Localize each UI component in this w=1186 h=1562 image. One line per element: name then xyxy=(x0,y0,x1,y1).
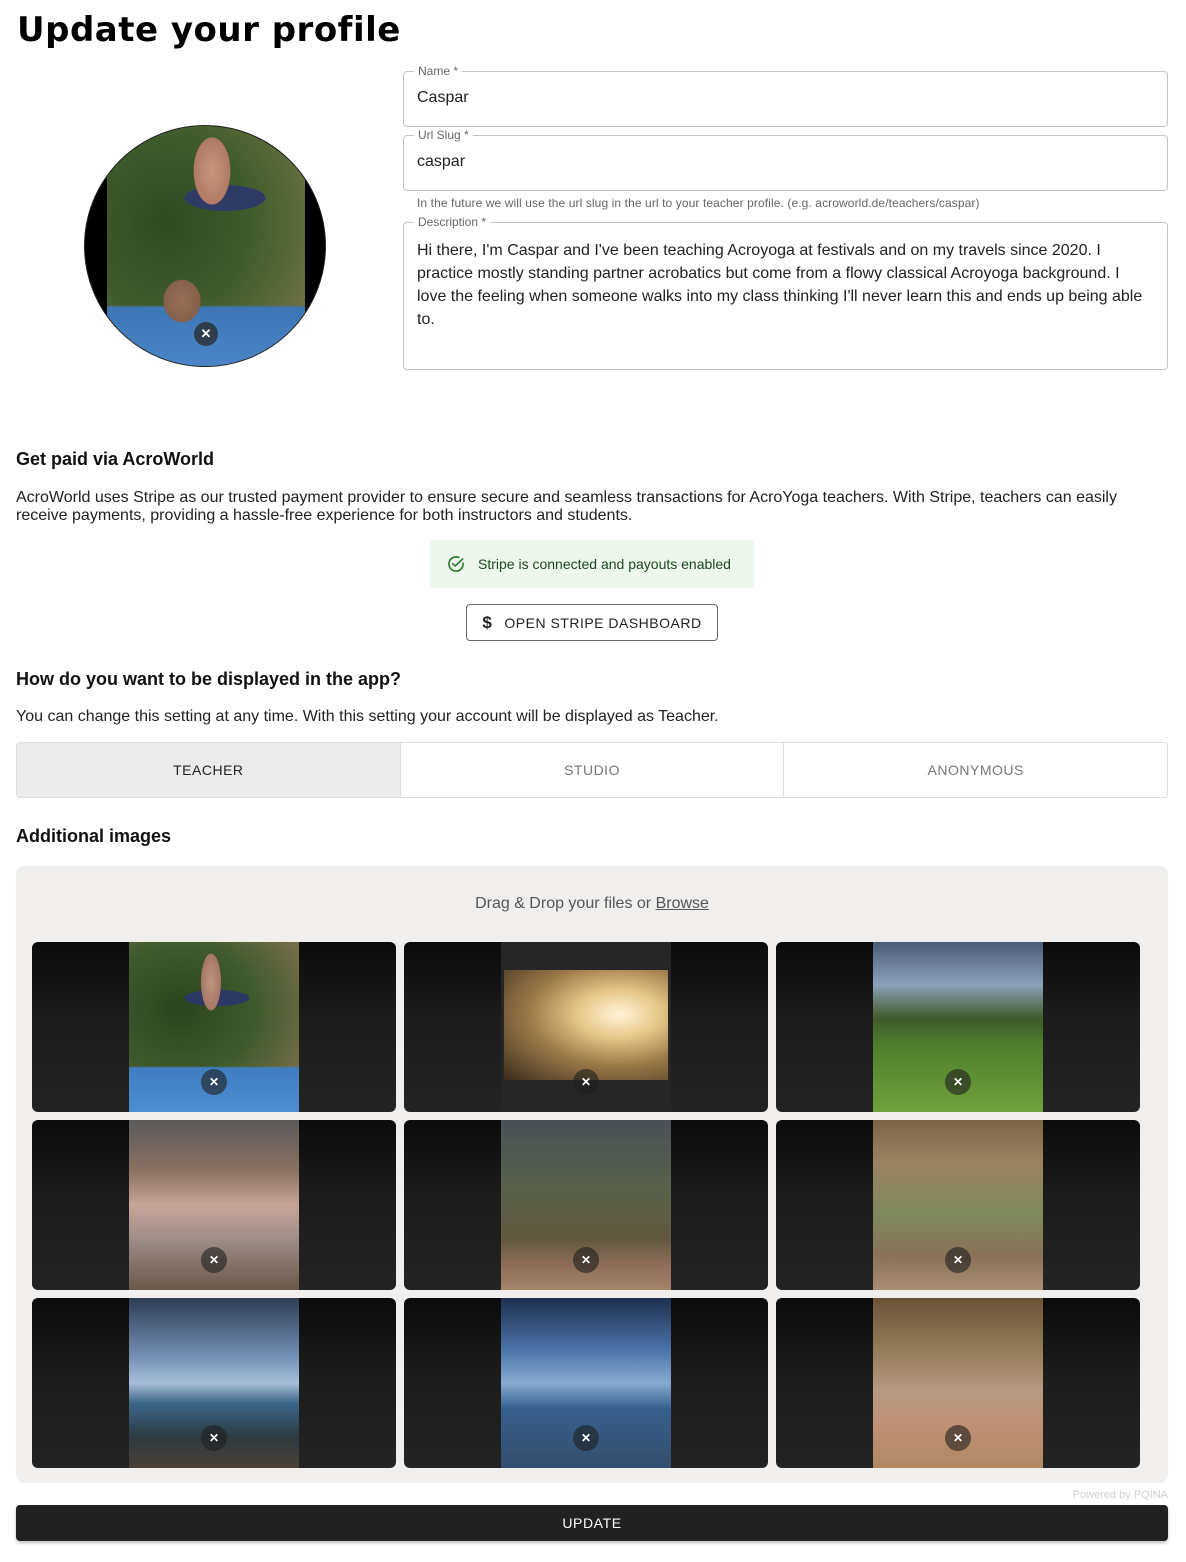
close-icon[interactable]: ✕ xyxy=(194,322,218,346)
close-icon[interactable]: ✕ xyxy=(201,1069,227,1095)
close-icon[interactable]: ✕ xyxy=(945,1069,971,1095)
image-tile[interactable]: ✕ xyxy=(404,1120,768,1290)
close-icon[interactable]: ✕ xyxy=(945,1247,971,1273)
check-circle-icon xyxy=(448,556,464,572)
page-title: Update your profile xyxy=(17,10,401,50)
image-tile[interactable]: ✕ xyxy=(32,942,396,1112)
url-slug-helper: In the future we will use the url slug i… xyxy=(417,196,980,210)
url-slug-label: Url Slug * xyxy=(414,128,473,142)
additional-images-heading: Additional images xyxy=(16,826,172,846)
url-slug-field[interactable]: Url Slug * caspar xyxy=(403,128,1168,191)
stripe-status-text: Stripe is connected and payouts enabled xyxy=(478,556,731,572)
close-icon[interactable]: ✕ xyxy=(573,1425,599,1451)
name-field[interactable]: Name * Caspar xyxy=(403,64,1168,127)
powered-by-label: Powered by PQINA xyxy=(1072,1489,1168,1501)
close-icon[interactable]: ✕ xyxy=(573,1247,599,1273)
tile-photo xyxy=(504,970,668,1080)
payments-heading: Get paid via AcroWorld xyxy=(16,449,215,469)
display-mode-toggle: TEACHER STUDIO ANONYMOUS xyxy=(16,742,1168,798)
open-stripe-dashboard-label: OPEN STRIPE DASHBOARD xyxy=(504,614,702,631)
image-tile[interactable]: ✕ xyxy=(776,1298,1140,1468)
image-tile[interactable]: ✕ xyxy=(404,1298,768,1468)
stripe-status-badge: Stripe is connected and payouts enabled xyxy=(430,540,754,588)
browse-link[interactable]: Browse xyxy=(656,895,709,912)
image-tile[interactable]: ✕ xyxy=(776,1120,1140,1290)
description-textarea[interactable]: Hi there, I'm Caspar and I've been teach… xyxy=(417,239,1152,331)
description-label: Description * xyxy=(414,215,491,229)
image-dropzone[interactable]: Drag & Drop your files or Browse ✕ ✕ ✕ ✕… xyxy=(16,866,1168,1483)
open-stripe-dashboard-button[interactable]: $ OPEN STRIPE DASHBOARD xyxy=(466,604,718,641)
url-slug-input[interactable]: caspar xyxy=(417,153,465,171)
toggle-teacher[interactable]: TEACHER xyxy=(17,743,400,797)
close-icon[interactable]: ✕ xyxy=(201,1247,227,1273)
toggle-anonymous[interactable]: ANONYMOUS xyxy=(783,743,1167,797)
image-tile[interactable]: ✕ xyxy=(32,1120,396,1290)
dollar-icon: $ xyxy=(482,612,493,632)
image-tile[interactable]: ✕ xyxy=(776,942,1140,1112)
profile-avatar[interactable]: ✕ xyxy=(84,125,326,367)
display-description: You can change this setting at any time.… xyxy=(16,708,719,725)
close-icon[interactable]: ✕ xyxy=(945,1425,971,1451)
update-button[interactable]: UPDATE xyxy=(16,1505,1168,1541)
close-icon[interactable]: ✕ xyxy=(201,1425,227,1451)
drop-label: Drag & Drop your files or Browse xyxy=(16,895,1168,913)
drop-text: Drag & Drop your files or xyxy=(475,895,656,912)
toggle-studio[interactable]: STUDIO xyxy=(399,743,784,797)
image-tile[interactable]: ✕ xyxy=(32,1298,396,1468)
image-tile[interactable]: ✕ xyxy=(404,942,768,1112)
description-field[interactable]: Description * Hi there, I'm Caspar and I… xyxy=(403,215,1168,370)
name-input[interactable]: Caspar xyxy=(417,89,469,107)
display-heading: How do you want to be displayed in the a… xyxy=(16,669,402,689)
name-label: Name * xyxy=(414,64,463,78)
close-icon[interactable]: ✕ xyxy=(573,1069,599,1095)
payments-description: AcroWorld uses Stripe as our trusted pay… xyxy=(16,489,1117,524)
